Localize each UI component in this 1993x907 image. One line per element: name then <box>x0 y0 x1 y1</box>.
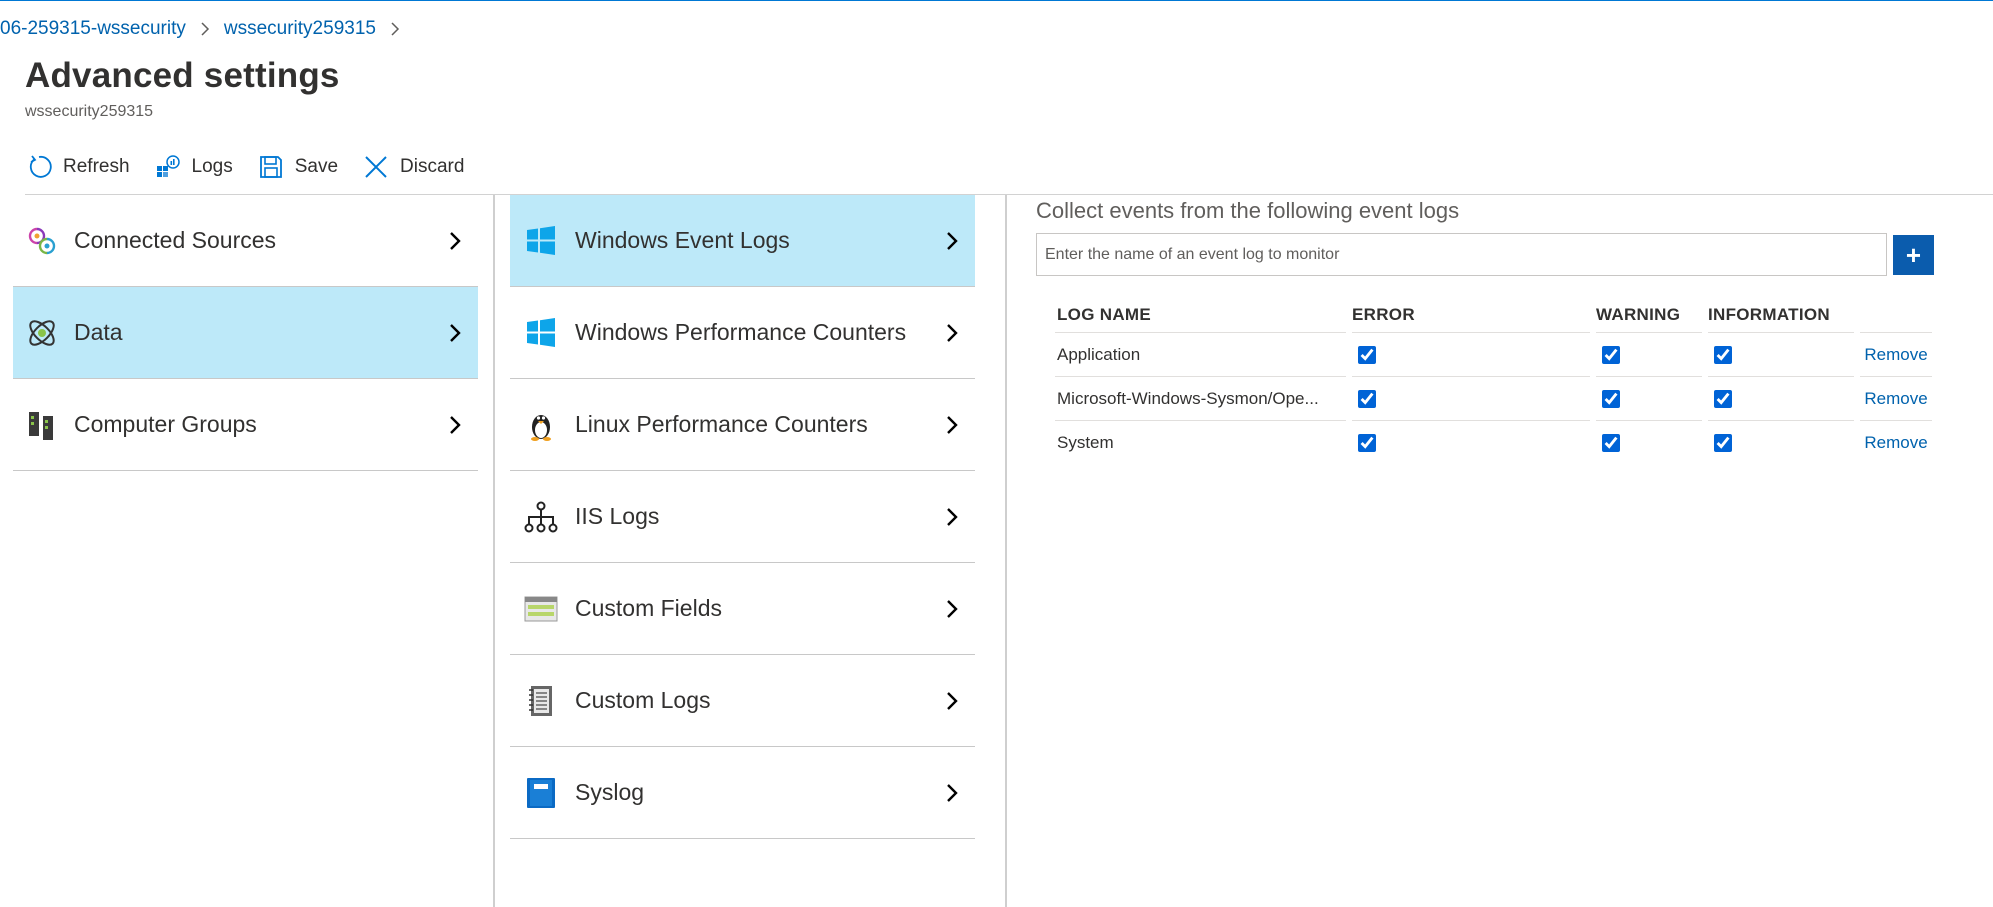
nav-item-label: Syslog <box>575 779 645 805</box>
error-checkbox[interactable] <box>1358 346 1376 365</box>
discard-label: Discard <box>400 156 465 177</box>
remove-link[interactable]: Remove <box>1864 345 1927 364</box>
chevron-right-icon <box>450 323 461 342</box>
column-header-information: INFORMATION <box>1708 305 1830 324</box>
command-bar: Refresh Logs Save Discard <box>25 150 488 184</box>
nav-item-label: Computer Groups <box>74 411 257 437</box>
breadcrumb-item-workspace[interactable]: wssecurity259315 <box>224 18 376 40</box>
chevron-right-icon <box>947 783 958 802</box>
nav-item-windows-performance-counters[interactable]: Windows Performance Counters <box>510 287 975 379</box>
close-icon <box>362 153 390 181</box>
table-row: Application Remove <box>1055 332 1932 376</box>
log-name-cell: System <box>1055 420 1346 464</box>
save-icon <box>257 153 285 181</box>
nav-item-iis-logs[interactable]: IIS Logs <box>510 471 975 563</box>
nav-item-linux-performance-counters[interactable]: Linux Performance Counters <box>510 379 975 471</box>
nav-item-data[interactable]: Data <box>13 287 478 379</box>
warning-checkbox[interactable] <box>1602 346 1620 365</box>
chevron-right-icon <box>947 507 958 526</box>
event-logs-table: LOG NAME ERROR WARNING INFORMATION Appli… <box>1049 298 1938 464</box>
information-checkbox[interactable] <box>1714 434 1732 453</box>
windows-icon <box>524 224 558 258</box>
error-checkbox[interactable] <box>1358 390 1376 409</box>
event-log-name-input[interactable] <box>1036 233 1887 276</box>
column-header-error: ERROR <box>1352 305 1415 324</box>
book-icon <box>524 776 558 810</box>
chevron-right-icon <box>450 231 461 250</box>
column-header-action <box>1860 298 1932 332</box>
column-header-log-name: LOG NAME <box>1057 305 1152 324</box>
information-checkbox[interactable] <box>1714 390 1732 409</box>
linux-penguin-icon <box>524 408 558 442</box>
nav-item-computer-groups[interactable]: Computer Groups <box>13 379 478 471</box>
chevron-right-icon <box>390 21 400 37</box>
logs-button[interactable]: Logs <box>154 150 233 184</box>
nav-item-windows-event-logs[interactable]: Windows Event Logs <box>510 195 975 287</box>
nav-item-label: Custom Logs <box>575 687 711 713</box>
nav-item-label: Data <box>74 319 123 345</box>
column-divider <box>1005 195 1007 907</box>
connected-sources-icon <box>25 224 59 258</box>
table-row: Microsoft-Windows-Sysmon/Ope... Remove <box>1055 376 1932 420</box>
network-tree-icon <box>524 500 558 534</box>
page-title: Advanced settings <box>25 56 340 95</box>
add-event-log-button[interactable]: + <box>1893 235 1934 275</box>
chevron-right-icon <box>947 415 958 434</box>
computer-groups-icon <box>25 408 59 442</box>
nav-item-connected-sources[interactable]: Connected Sources <box>13 195 478 287</box>
column-header-warning: WARNING <box>1596 305 1681 324</box>
information-checkbox[interactable] <box>1714 346 1732 365</box>
nav-item-label: Windows Event Logs <box>575 227 790 253</box>
warning-checkbox[interactable] <box>1602 434 1620 453</box>
nav-item-label: Connected Sources <box>74 227 277 253</box>
page-subtitle: wssecurity259315 <box>25 103 154 120</box>
save-label: Save <box>294 156 339 177</box>
refresh-icon <box>25 153 53 181</box>
remove-link[interactable]: Remove <box>1864 389 1927 408</box>
table-row: System Remove <box>1055 420 1932 464</box>
event-logs-heading: Collect events from the following event … <box>1036 198 1460 223</box>
nav-item-custom-logs[interactable]: Custom Logs <box>510 655 975 747</box>
table-header-row: LOG NAME ERROR WARNING INFORMATION <box>1055 298 1932 332</box>
settings-nav: Connected Sources Data Computer Groups <box>13 195 478 471</box>
custom-fields-icon <box>524 592 558 626</box>
log-name-cell: Microsoft-Windows-Sysmon/Ope... <box>1055 376 1346 420</box>
chevron-right-icon <box>947 599 958 618</box>
data-icon <box>25 316 59 350</box>
error-checkbox[interactable] <box>1358 434 1376 453</box>
remove-link[interactable]: Remove <box>1864 433 1927 452</box>
chevron-right-icon <box>947 323 958 342</box>
logs-label: Logs <box>191 156 233 177</box>
top-accent-line <box>0 0 1993 1</box>
nav-item-custom-fields[interactable]: Custom Fields <box>510 563 975 655</box>
breadcrumb: 06-259315-wssecurity wssecurity259315 <box>0 16 414 42</box>
nav-item-label: Windows Performance Counters <box>575 319 907 345</box>
notebook-icon <box>524 684 558 718</box>
chevron-right-icon <box>200 21 210 37</box>
refresh-button[interactable]: Refresh <box>25 150 130 184</box>
discard-button[interactable]: Discard <box>362 150 464 184</box>
column-divider <box>493 195 495 907</box>
refresh-label: Refresh <box>63 156 130 177</box>
nav-item-label: Linux Performance Counters <box>575 411 868 437</box>
nav-item-syslog[interactable]: Syslog <box>510 747 975 839</box>
chevron-right-icon <box>450 415 461 434</box>
breadcrumb-item-workspace-group[interactable]: 06-259315-wssecurity <box>0 18 186 40</box>
save-button[interactable]: Save <box>257 150 338 184</box>
chevron-right-icon <box>947 691 958 710</box>
windows-icon <box>524 316 558 350</box>
chevron-right-icon <box>947 231 958 250</box>
logs-icon <box>154 153 182 181</box>
data-sources-nav: Windows Event Logs Windows Performance C… <box>510 195 975 839</box>
nav-item-label: Custom Fields <box>575 595 722 621</box>
warning-checkbox[interactable] <box>1602 390 1620 409</box>
nav-item-label: IIS Logs <box>575 503 660 529</box>
log-name-cell: Application <box>1055 332 1346 376</box>
